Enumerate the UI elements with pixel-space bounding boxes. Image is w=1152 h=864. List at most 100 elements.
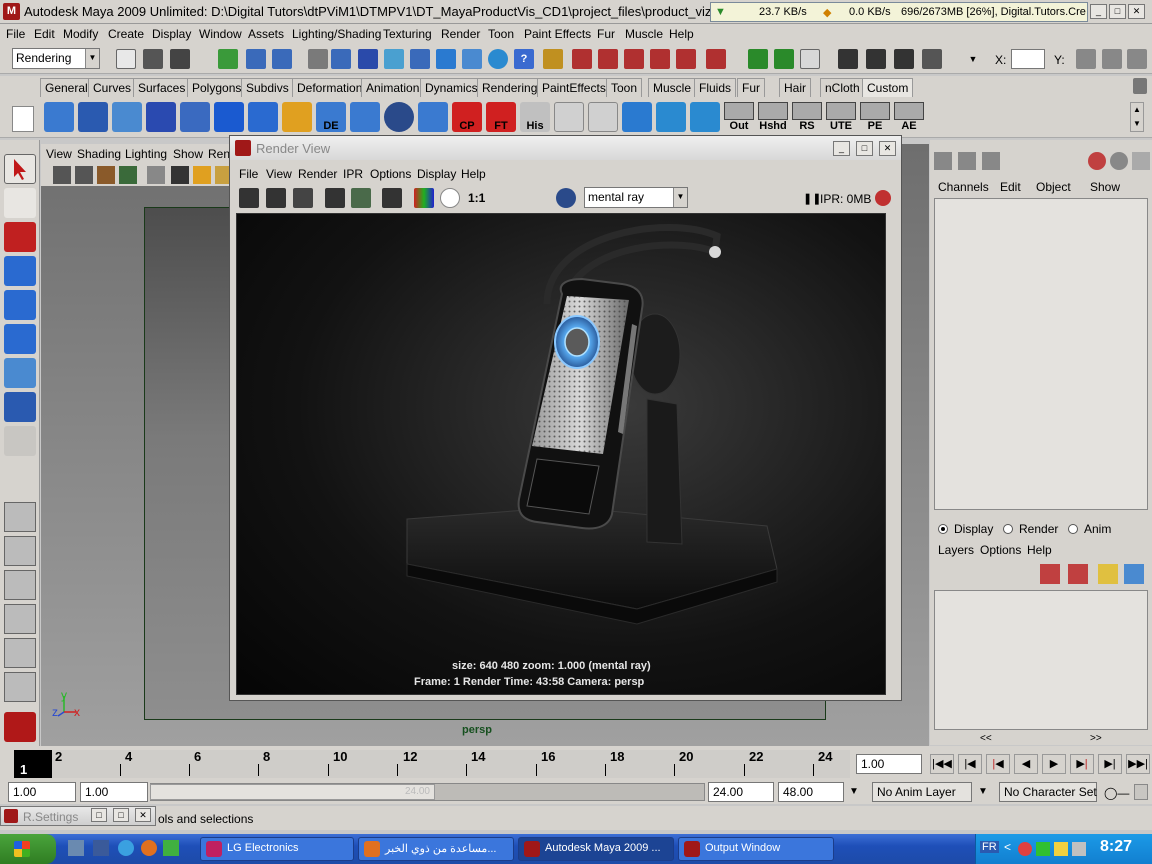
task-maya[interactable]: Autodesk Maya 2009 ... (518, 837, 674, 861)
tab-ncloth[interactable]: nCloth (820, 78, 865, 97)
tab-deformation[interactable]: Deformation (292, 78, 368, 97)
playback-start-field[interactable]: 1.00 (80, 782, 148, 802)
alpha-channel-icon[interactable] (440, 188, 460, 208)
shelf-tool-icon[interactable] (554, 102, 584, 132)
tab-hair[interactable]: Hair (779, 78, 812, 97)
character-set-field[interactable]: No Character Set (999, 782, 1097, 802)
select-object-icon[interactable] (246, 49, 266, 69)
step-forward-frame-button[interactable]: ▶| (1098, 754, 1122, 774)
layer-editor-icon[interactable] (958, 152, 976, 170)
layer-menu-layers[interactable]: Layers (938, 543, 974, 557)
shelf-tool-icon[interactable] (78, 102, 108, 132)
tab-fluids[interactable]: Fluids (694, 78, 737, 97)
shelf-pe-icon[interactable] (860, 102, 890, 120)
ie-icon[interactable] (118, 840, 134, 856)
remove-image-icon[interactable] (525, 188, 545, 208)
menu-help[interactable]: Help (669, 27, 694, 41)
construction-history-icon[interactable] (800, 49, 820, 69)
lasso-tool-icon[interactable] (4, 188, 36, 218)
cb-menu-show[interactable]: Show (1090, 180, 1120, 194)
tray-app-icon[interactable] (1054, 842, 1068, 856)
magnet-icon[interactable] (650, 49, 670, 69)
playback-end-field[interactable]: 24.00 (708, 782, 774, 802)
render-diagnostics-icon[interactable] (556, 188, 576, 208)
sphere-icon[interactable] (1110, 152, 1128, 170)
tab-subdivs[interactable]: Subdivs (241, 78, 294, 97)
output-ops-icon[interactable] (774, 49, 794, 69)
rv-menu-render[interactable]: Render (298, 167, 337, 181)
shelf-tool-icon[interactable] (622, 102, 652, 132)
persp-graph-layout-icon[interactable] (4, 604, 36, 634)
input-ops-icon[interactable] (748, 49, 768, 69)
menu-lighting-shading[interactable]: Lighting/Shading (292, 27, 381, 41)
render-settings-icon[interactable] (922, 49, 942, 69)
close-button[interactable]: ✕ (135, 808, 151, 822)
channel-layer-icon[interactable] (982, 152, 1000, 170)
layer-list[interactable] (934, 590, 1148, 730)
rv-menu-display[interactable]: Display (417, 167, 456, 181)
viewport-menu-view[interactable]: View (46, 147, 72, 161)
camera-icon[interactable] (53, 166, 71, 184)
viewport-menu-shading[interactable]: Shading (77, 147, 121, 161)
shelf-tool-icon[interactable] (146, 102, 176, 132)
menu-fur[interactable]: Fur (597, 27, 615, 41)
shelf-menu-icon[interactable] (12, 106, 34, 132)
chevron-left-icon[interactable]: < (1004, 840, 1011, 854)
image-plane-icon[interactable] (119, 166, 137, 184)
hypershade-layout-icon[interactable] (4, 638, 36, 668)
key-icon[interactable]: ◯— (1104, 786, 1129, 800)
shelf-tool-icon[interactable] (112, 102, 142, 132)
volume-icon[interactable] (1072, 842, 1086, 856)
viewport-menu-renderer[interactable]: Ren (208, 147, 230, 161)
mask-icon[interactable] (308, 49, 328, 69)
single-pane-layout-icon[interactable] (4, 502, 36, 532)
render-frame-icon[interactable] (266, 188, 286, 208)
tab-general[interactable]: General (40, 78, 93, 97)
film-gate-icon[interactable] (171, 166, 189, 184)
select-component-icon[interactable] (272, 49, 292, 69)
layer-star-icon[interactable] (1098, 564, 1118, 584)
viewport-menu-show[interactable]: Show (173, 147, 203, 161)
rv-menu-view[interactable]: View (266, 167, 292, 181)
rv-menu-help[interactable]: Help (461, 167, 486, 181)
radio-anim[interactable] (1068, 524, 1078, 534)
pause-icon[interactable]: ❚❚ (803, 192, 821, 205)
minimize-button[interactable]: _ (1090, 4, 1107, 19)
render-settings-icon[interactable] (382, 188, 402, 208)
rv-menu-options[interactable]: Options (370, 167, 411, 181)
tab-muscle[interactable]: Muscle (648, 78, 697, 97)
new-layer-selected-icon[interactable] (1068, 564, 1088, 584)
four-pane-layout-icon[interactable] (4, 536, 36, 566)
close-button[interactable]: ✕ (1128, 4, 1145, 19)
trash-icon[interactable] (1133, 78, 1147, 94)
shelf-tool-icon[interactable] (418, 102, 448, 132)
shelf-ute-icon[interactable] (826, 102, 856, 120)
clock[interactable]: 8:27 (1100, 838, 1132, 856)
select-hierarchy-icon[interactable] (218, 49, 238, 69)
magnet-icon[interactable] (572, 49, 592, 69)
chevron-down-icon[interactable]: ▼ (963, 49, 983, 69)
shelf-tool-icon[interactable] (180, 102, 210, 132)
shelf-tool-icon[interactable] (384, 102, 414, 132)
new-layer-icon[interactable] (1040, 564, 1060, 584)
start-time-field[interactable]: 1.00 (8, 782, 76, 802)
channel-box-icon[interactable] (934, 152, 952, 170)
graph-hypershade-layout-icon[interactable] (4, 672, 36, 702)
ipr-stop-icon[interactable] (875, 190, 891, 206)
magnet-icon[interactable] (624, 49, 644, 69)
end-time-field[interactable]: 48.00 (778, 782, 844, 802)
shelf-tool-icon[interactable] (214, 102, 244, 132)
firefox-icon[interactable] (141, 840, 157, 856)
go-to-end-button[interactable]: ▶▶| (1126, 754, 1150, 774)
shelf-tool-icon[interactable] (690, 102, 720, 132)
task-lg-electronics[interactable]: LG Electronics (200, 837, 354, 861)
ratio-button[interactable]: 1:1 (468, 191, 485, 205)
task-output-window[interactable]: Output Window (678, 837, 834, 861)
tab-custom[interactable]: Custom (862, 78, 914, 97)
menu-assets[interactable]: Assets (248, 27, 284, 41)
start-button[interactable] (0, 834, 56, 864)
scale-tool-icon[interactable] (4, 324, 36, 354)
tray-app-icon[interactable] (1018, 842, 1032, 856)
magnet-icon[interactable] (676, 49, 696, 69)
soft-mod-tool-icon[interactable] (4, 392, 36, 422)
